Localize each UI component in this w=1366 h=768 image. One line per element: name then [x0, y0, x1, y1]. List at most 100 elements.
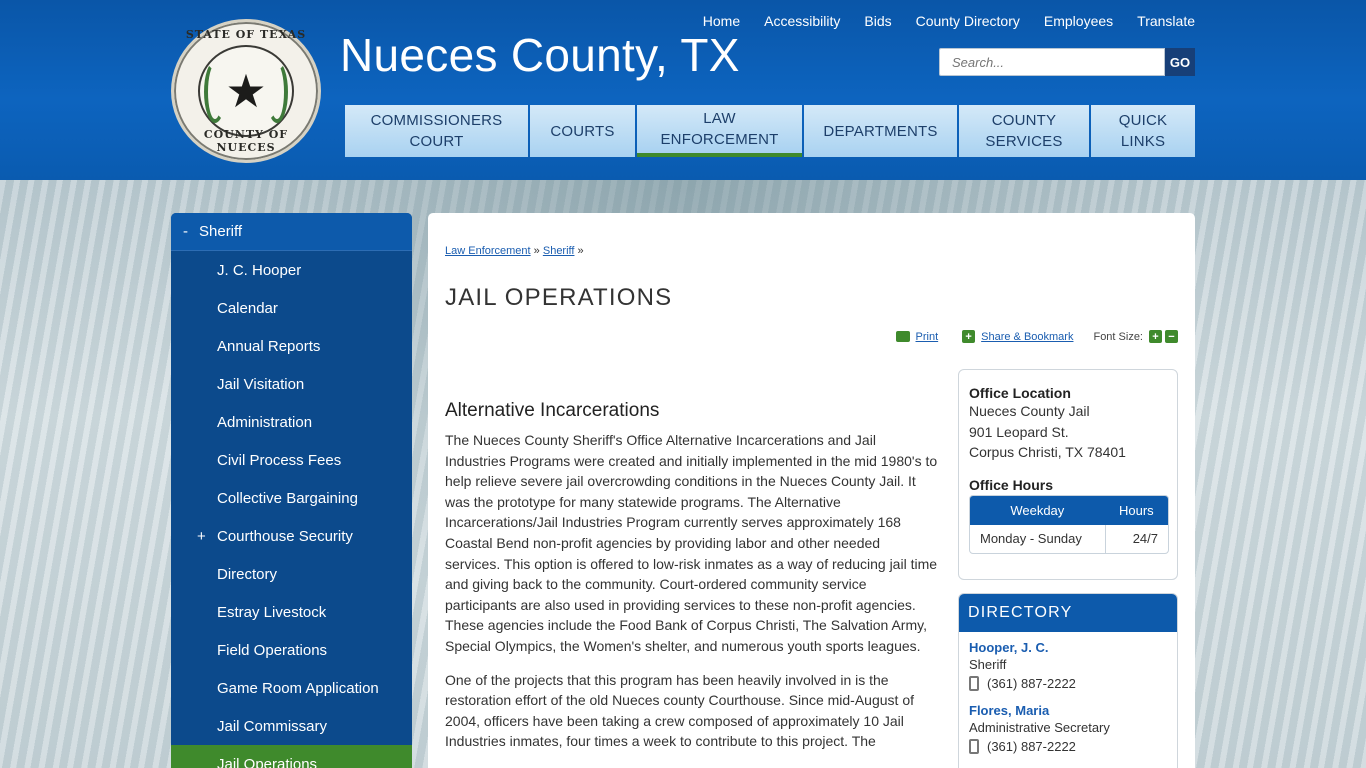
nav-county-services[interactable]: COUNTY SERVICES: [959, 105, 1089, 157]
hours-col-weekday: Weekday: [1010, 502, 1065, 518]
utility-links: Home Accessibility Bids County Directory…: [703, 13, 1195, 29]
sidebar-item-label: Courthouse Security: [217, 527, 353, 545]
top-link-county-directory[interactable]: County Directory: [916, 13, 1020, 29]
hours-table-header: Weekday Hours: [970, 495, 1168, 525]
nav-commissioners-court[interactable]: COMMISSIONERS COURT: [345, 105, 528, 157]
sidebar-item-jail-commissary[interactable]: Jail Commissary: [171, 707, 412, 745]
top-link-employees[interactable]: Employees: [1044, 13, 1113, 29]
sidebar-header-label: Sheriff: [199, 223, 243, 240]
sidebar-item-label: Annual Reports: [217, 337, 321, 355]
directory-title: DIRECTORY: [959, 594, 1177, 632]
sidebar-item-label: Estray Livestock: [217, 603, 327, 621]
sidebar-header-sheriff[interactable]: - Sheriff: [171, 213, 412, 251]
article-paragraph: The Nueces County Sheriff's Office Alter…: [445, 432, 938, 654]
office-address-line: Nueces County Jail: [969, 403, 1090, 419]
sidebar-item-game-room-application[interactable]: Game Room Application: [171, 669, 412, 707]
sidebar-item-label: Administration: [217, 413, 313, 431]
breadcrumb-law-enforcement[interactable]: Law Enforcement: [445, 245, 531, 257]
office-hours-table: Weekday Hours Monday - Sunday 24/7: [969, 494, 1169, 554]
star-icon: ★: [225, 65, 267, 117]
sidebar-item-directory[interactable]: Directory: [171, 555, 412, 593]
seal-text-bottom: COUNTY OF NUECES: [203, 128, 289, 154]
sidebar-item-label: Jail Commissary: [217, 717, 328, 735]
search-input[interactable]: [939, 48, 1165, 76]
sidebar-item-civil-process-fees[interactable]: Civil Process Fees: [171, 441, 412, 479]
top-link-home[interactable]: Home: [703, 13, 740, 29]
content-panel: Law Enforcement » Sheriff » JAIL OPERATI…: [428, 213, 1195, 768]
office-location-title: Office Location: [969, 385, 1071, 401]
sidebar-item-label: Jail Operations: [217, 755, 318, 768]
article-heading: Alternative Incarcerations: [445, 400, 660, 421]
sidebar-item-label: Field Operations: [217, 641, 328, 659]
breadcrumb-sheriff[interactable]: Sheriff: [543, 245, 575, 257]
sidebar-item-label: Calendar: [217, 299, 278, 317]
directory-entry: Flores, Maria Administrative Secretary (…: [959, 695, 1177, 758]
nav-quick-links[interactable]: QUICK LINKS: [1091, 105, 1195, 157]
sidebar-item-annual-reports[interactable]: Annual Reports: [171, 327, 412, 365]
sidebar-item-collective-bargaining[interactable]: Collective Bargaining: [171, 479, 412, 517]
directory-entry: Hooper, J. C. Sheriff (361) 887-2222: [959, 632, 1177, 695]
directory-entry-name[interactable]: Flores, Maria: [969, 703, 1167, 718]
hours-cell-day: Monday - Sunday: [980, 531, 1082, 546]
sidebar-item-label: J. C. Hooper: [217, 261, 302, 279]
office-address-line: 901 Leopard St.: [969, 423, 1069, 440]
article-paragraph: One of the projects that this program ha…: [445, 671, 914, 750]
directory-box: DIRECTORY Hooper, J. C. Sheriff (361) 88…: [958, 593, 1178, 768]
hours-cell-hours: 24/7: [1104, 524, 1168, 553]
search-go-button[interactable]: GO: [1165, 48, 1195, 76]
county-seal-logo[interactable]: STATE OF TEXAS ★ COUNTY OF NUECES: [171, 19, 321, 163]
sidebar-item-field-operations[interactable]: Field Operations: [171, 631, 412, 669]
breadcrumb-separator: »: [533, 245, 540, 257]
nav-law-enforcement[interactable]: LAW ENFORCEMENT: [637, 105, 802, 157]
font-decrease-icon[interactable]: −: [1165, 330, 1178, 343]
collapse-icon[interactable]: -: [183, 223, 199, 240]
hours-col-hours: Hours: [1118, 502, 1154, 518]
site-title[interactable]: Nueces County, TX: [340, 28, 740, 82]
sidebar-item-jail-operations[interactable]: Jail Operations: [171, 745, 412, 768]
nav-departments[interactable]: DEPARTMENTS: [804, 105, 957, 157]
directory-entry-role: Administrative Secretary: [969, 720, 1110, 735]
sidebar-item-label: Collective Bargaining: [217, 489, 358, 507]
article-body: Alternative Incarcerations The Nueces Co…: [445, 400, 939, 765]
phone-number[interactable]: (361) 887-2222: [987, 739, 1076, 754]
office-info-box: Office Location Nueces County Jail 901 L…: [958, 369, 1178, 580]
top-link-bids[interactable]: Bids: [864, 13, 891, 29]
font-increase-icon[interactable]: +: [1149, 330, 1162, 343]
office-hours-title: Office Hours: [969, 476, 1054, 493]
main-nav: COMMISSIONERS COURT COURTS LAW ENFORCEME…: [345, 105, 1195, 157]
directory-entry-role: Sheriff: [969, 657, 1007, 672]
seal-text-top: STATE OF TEXAS: [185, 28, 307, 41]
breadcrumb: Law Enforcement » Sheriff »: [445, 245, 584, 257]
sidebar-item-label: Jail Visitation: [217, 375, 305, 393]
sidebar-item-jc-hooper[interactable]: J. C. Hooper: [171, 251, 412, 289]
phone-icon: [969, 676, 979, 691]
phone-icon: [969, 739, 979, 754]
wreath-left-icon: [204, 61, 226, 123]
page-tools: Print + Share & Bookmark Font Size: + −: [895, 330, 1178, 343]
top-link-translate[interactable]: Translate: [1137, 13, 1195, 29]
nav-courts[interactable]: COURTS: [530, 105, 635, 157]
share-bookmark-link[interactable]: Share & Bookmark: [981, 331, 1073, 343]
expand-icon[interactable]: +: [197, 528, 206, 545]
directory-entry-phone: (361) 887-2222: [969, 739, 1167, 754]
sidebar-item-jail-visitation[interactable]: Jail Visitation: [171, 365, 412, 403]
directory-entry-name[interactable]: Hooper, J. C.: [969, 640, 1167, 655]
sidebar-item-label: Game Room Application: [217, 679, 379, 697]
office-address-line: Corpus Christi, TX 78401: [969, 444, 1126, 460]
top-link-accessibility[interactable]: Accessibility: [764, 13, 840, 29]
phone-number[interactable]: (361) 887-2222: [987, 676, 1076, 691]
sidebar-item-estray-livestock[interactable]: Estray Livestock: [171, 593, 412, 631]
page-title: JAIL OPERATIONS: [445, 284, 673, 311]
sidebar-item-calendar[interactable]: Calendar: [171, 289, 412, 327]
print-link[interactable]: Print: [916, 331, 939, 343]
sidebar-item-administration[interactable]: Administration: [171, 403, 412, 441]
directory-entry-phone: (361) 887-2222: [969, 676, 1167, 691]
sidebar-nav: - Sheriff J. C. Hooper Calendar Annual R…: [171, 213, 412, 768]
breadcrumb-separator: »: [577, 245, 584, 257]
site-header: STATE OF TEXAS ★ COUNTY OF NUECES Nueces…: [0, 0, 1366, 180]
print-icon[interactable]: [895, 331, 910, 342]
sidebar-item-label: Civil Process Fees: [217, 451, 342, 469]
font-size-label: Font Size:: [1093, 330, 1143, 343]
sidebar-item-courthouse-security[interactable]: + Courthouse Security: [171, 517, 412, 555]
share-plus-icon[interactable]: +: [962, 330, 976, 343]
